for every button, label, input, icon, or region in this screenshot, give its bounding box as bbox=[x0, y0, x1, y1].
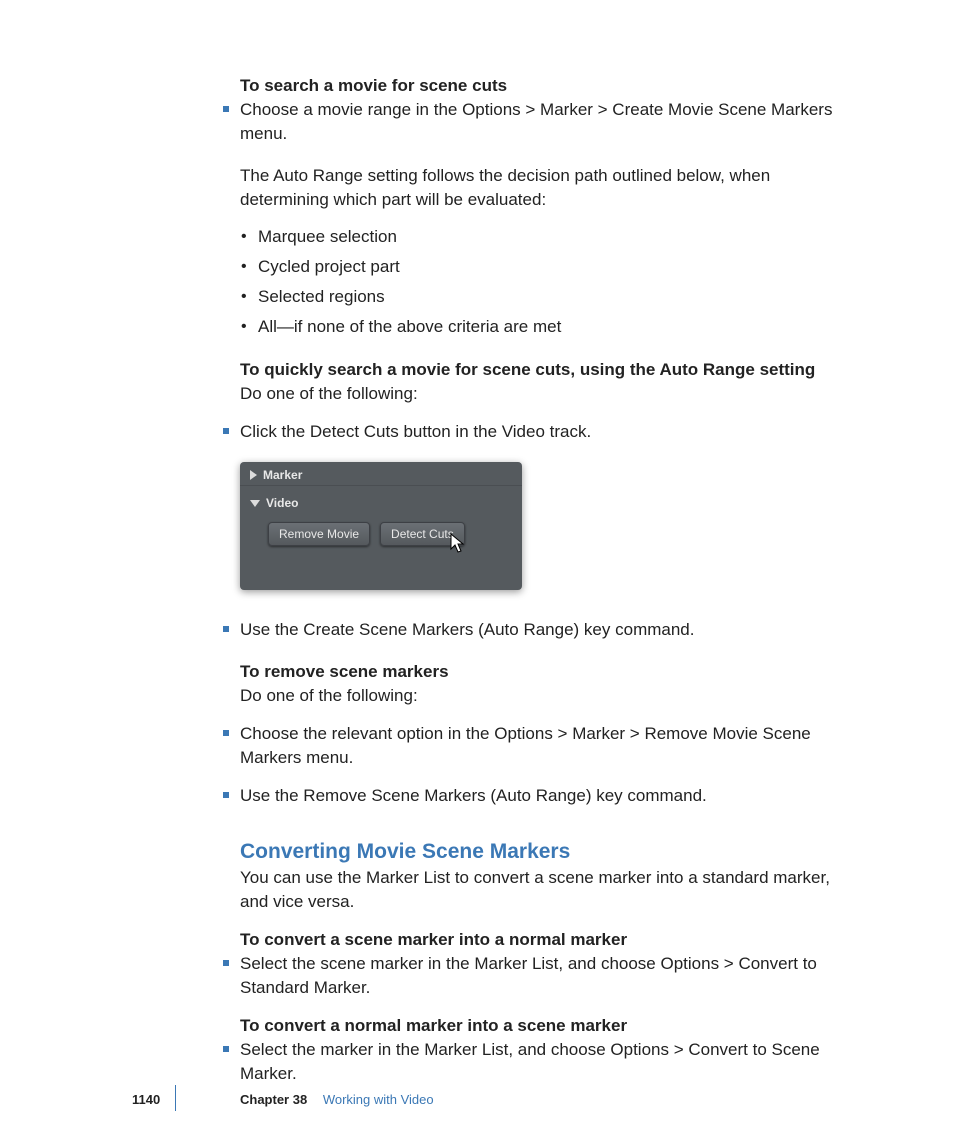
paragraph-auto-range-intro: The Auto Range setting follows the decis… bbox=[240, 164, 862, 212]
footer-chapter: Chapter 38 Working with Video bbox=[240, 1092, 434, 1107]
auto-range-list: Marquee selection Cycled project part Se… bbox=[240, 222, 862, 342]
bullet-detect-cuts: Click the Detect Cuts button in the Vide… bbox=[240, 420, 862, 444]
document-page: To search a movie for scene cuts Choose … bbox=[0, 0, 954, 1145]
bullet-remove-cmd: Use the Remove Scene Markers (Auto Range… bbox=[240, 784, 862, 808]
video-row[interactable]: Video bbox=[240, 486, 522, 514]
bullet-convert-to-normal: Select the scene marker in the Marker Li… bbox=[240, 952, 862, 1000]
heading-remove-markers: To remove scene markers bbox=[240, 660, 862, 684]
bullet-create-scene-markers: Use the Create Scene Markers (Auto Range… bbox=[240, 618, 862, 642]
heading-convert-to-normal: To convert a scene marker into a normal … bbox=[240, 928, 862, 952]
do-one-text: Do one of the following: bbox=[240, 382, 862, 406]
paragraph-convert-intro: You can use the Marker List to convert a… bbox=[240, 866, 862, 914]
list-item: Selected regions bbox=[240, 282, 862, 312]
bullet-remove-option: Choose the relevant option in the Option… bbox=[240, 722, 862, 770]
disclosure-triangle-down-icon[interactable] bbox=[250, 500, 260, 507]
heading-quick-search: To quickly search a movie for scene cuts… bbox=[240, 358, 862, 382]
cursor-icon bbox=[450, 533, 466, 555]
content-column: To search a movie for scene cuts Choose … bbox=[240, 74, 862, 1100]
chapter-title: Working with Video bbox=[323, 1092, 434, 1107]
video-buttons-row: Remove Movie Detect Cuts bbox=[240, 514, 522, 546]
list-item: Marquee selection bbox=[240, 222, 862, 252]
video-track-panel: Marker Video Remove Movie Detect Cuts bbox=[240, 462, 522, 590]
section-title-converting: Converting Movie Scene Markers bbox=[240, 840, 862, 864]
marker-label: Marker bbox=[263, 468, 302, 482]
remove-do-one-text: Do one of the following: bbox=[240, 684, 862, 708]
list-item: Cycled project part bbox=[240, 252, 862, 282]
list-item: All—if none of the above criteria are me… bbox=[240, 312, 862, 342]
footer-divider bbox=[175, 1085, 176, 1111]
remove-movie-button[interactable]: Remove Movie bbox=[268, 522, 370, 546]
page-number: 1140 bbox=[132, 1092, 160, 1107]
bullet-choose-range: Choose a movie range in the Options > Ma… bbox=[240, 98, 862, 146]
heading-convert-to-scene: To convert a normal marker into a scene … bbox=[240, 1014, 862, 1038]
detect-cuts-label: Detect Cuts bbox=[391, 527, 454, 541]
bullet-convert-to-scene: Select the marker in the Marker List, an… bbox=[240, 1038, 862, 1086]
detect-cuts-button[interactable]: Detect Cuts bbox=[380, 522, 465, 546]
disclosure-triangle-right-icon[interactable] bbox=[250, 470, 257, 480]
video-label: Video bbox=[266, 496, 298, 510]
marker-row[interactable]: Marker bbox=[240, 462, 522, 486]
chapter-label: Chapter 38 bbox=[240, 1092, 307, 1107]
heading-search-movie: To search a movie for scene cuts bbox=[240, 74, 862, 98]
